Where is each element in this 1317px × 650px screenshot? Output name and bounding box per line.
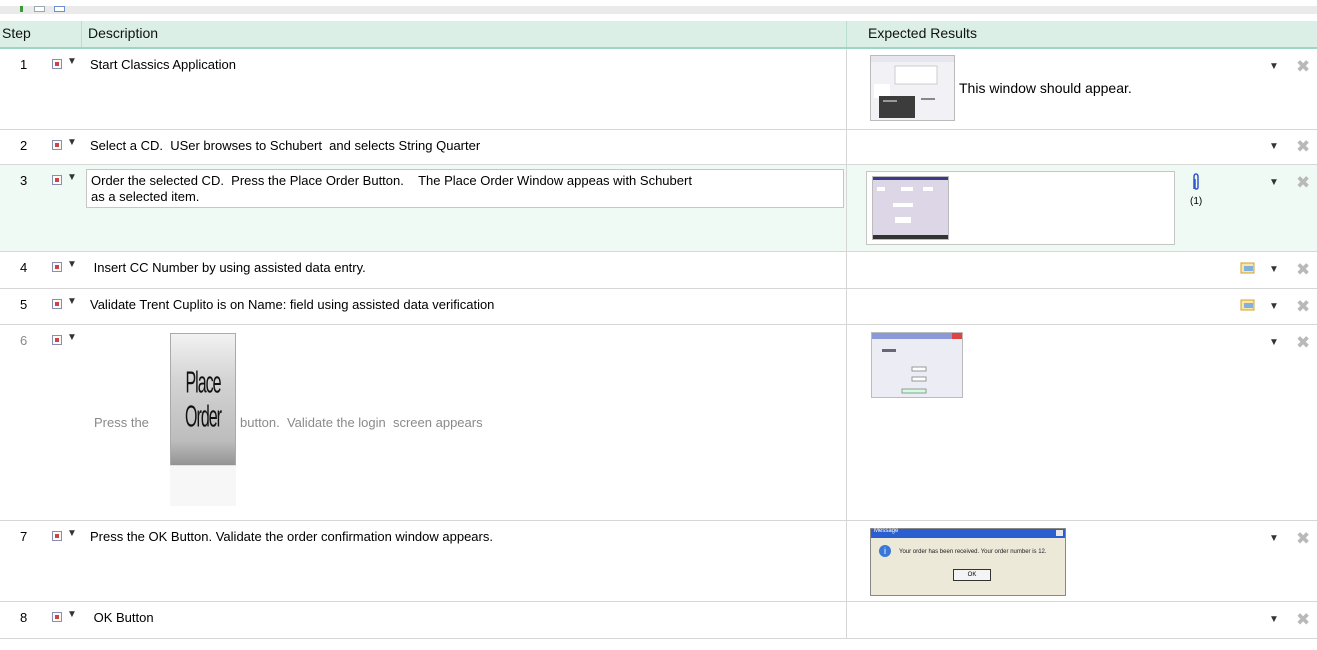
- step-description-part[interactable]: button. Validate the login screen appear…: [240, 415, 483, 430]
- message-text: Your order has been received. Your order…: [899, 549, 1047, 555]
- header-expected-results[interactable]: Expected Results: [868, 25, 977, 41]
- step-type-icon[interactable]: [52, 175, 62, 185]
- delete-x-icon[interactable]: ✖: [1296, 610, 1310, 630]
- table-row[interactable]: 8 ▼ OK Button ▼ ✖: [0, 602, 1317, 639]
- table-row[interactable]: 7 ▼ Press the OK Button. Validate the or…: [0, 521, 1317, 602]
- dropdown-arrow-icon[interactable]: ▼: [1269, 177, 1279, 188]
- screenshot-thumbnail[interactable]: [872, 176, 949, 240]
- grid-icon[interactable]: [34, 0, 45, 12]
- delete-x-icon[interactable]: ✖: [1296, 137, 1310, 157]
- dropdown-arrow-icon[interactable]: ▼: [67, 172, 77, 183]
- dropdown-arrow-icon[interactable]: ▼: [67, 259, 77, 270]
- table-row-selected[interactable]: 3 ▼ Order the selected CD. Press the Pla…: [0, 165, 1317, 252]
- window-icon[interactable]: [54, 0, 65, 12]
- step-description[interactable]: Press the OK Button. Validate the order …: [90, 529, 493, 544]
- message-ok-button: OK: [953, 569, 991, 581]
- expected-result-editor[interactable]: [866, 171, 1175, 245]
- table-row[interactable]: 4 ▼ Insert CC Number by using assisted d…: [0, 252, 1317, 289]
- screenshot-thumbnail[interactable]: [870, 55, 955, 121]
- step-type-icon[interactable]: [52, 299, 62, 309]
- message-title: Message: [874, 528, 899, 534]
- description-line: Order the selected CD. Press the Place O…: [91, 173, 692, 188]
- step-description-part[interactable]: Press the: [94, 415, 149, 430]
- message-titlebar: Message: [871, 528, 1065, 538]
- header-step[interactable]: Step: [2, 25, 31, 41]
- step-description[interactable]: OK Button: [90, 610, 154, 625]
- place-order-button-image: Place Order: [170, 333, 236, 487]
- delete-x-icon[interactable]: ✖: [1296, 529, 1310, 549]
- step-type-icon[interactable]: [52, 262, 62, 272]
- table-row[interactable]: 5 ▼ Validate Trent Cuplito is on Name: f…: [0, 289, 1317, 325]
- step-type-icon[interactable]: [52, 531, 62, 541]
- step-number: 5: [20, 297, 28, 312]
- step-type-icon[interactable]: [52, 335, 62, 345]
- dropdown-arrow-icon[interactable]: ▼: [67, 56, 77, 67]
- table-row[interactable]: 1 ▼ Start Classics Application This wind…: [0, 49, 1317, 130]
- column-divider: [846, 289, 847, 324]
- description-line: as a selected item.: [91, 189, 200, 204]
- column-divider: [846, 49, 847, 129]
- step-number: 7: [20, 529, 28, 544]
- delete-x-icon[interactable]: ✖: [1296, 260, 1310, 280]
- message-dialog-thumbnail[interactable]: Message i Your order has been received. …: [870, 528, 1066, 596]
- header-divider: [81, 21, 82, 47]
- button-image-label: Place Order: [185, 367, 222, 435]
- step-type-icon[interactable]: [52, 612, 62, 622]
- dropdown-arrow-icon[interactable]: ▼: [67, 528, 77, 539]
- expected-result-text[interactable]: This window should appear.: [959, 80, 1132, 96]
- info-icon: i: [879, 545, 891, 557]
- step-number: 1: [20, 57, 28, 72]
- dropdown-arrow-icon[interactable]: ▼: [1269, 141, 1279, 152]
- attachment-count: (1): [1190, 196, 1203, 207]
- toolbar: [0, 0, 1317, 14]
- dropdown-arrow-icon[interactable]: ▼: [1269, 264, 1279, 275]
- delete-x-icon[interactable]: ✖: [1296, 173, 1310, 193]
- step-number: 3: [20, 173, 28, 188]
- toolbar-strip: [0, 6, 1317, 14]
- assisted-data-icon[interactable]: [1240, 299, 1258, 316]
- dropdown-arrow-icon[interactable]: ▼: [1269, 61, 1279, 72]
- delete-x-icon[interactable]: ✖: [1296, 297, 1310, 317]
- dropdown-arrow-icon[interactable]: ▼: [1269, 533, 1279, 544]
- delete-x-icon[interactable]: ✖: [1296, 57, 1310, 77]
- column-divider: [846, 602, 847, 638]
- step-description[interactable]: Insert CC Number by using assisted data …: [90, 260, 366, 275]
- delete-x-icon[interactable]: ✖: [1296, 333, 1310, 353]
- column-divider: [846, 165, 847, 251]
- step-description[interactable]: Validate Trent Cuplito is on Name: field…: [90, 297, 494, 312]
- step-number: 4: [20, 260, 28, 275]
- step-type-icon[interactable]: [52, 140, 62, 150]
- step-type-icon[interactable]: [52, 59, 62, 69]
- column-divider: [846, 325, 847, 520]
- step-number: 6: [20, 333, 28, 348]
- table-header: Step Description Expected Results: [0, 21, 1317, 49]
- button-image-reflection: [170, 465, 236, 506]
- close-icon: [1056, 530, 1063, 536]
- add-step-icon[interactable]: [16, 0, 27, 12]
- dropdown-arrow-icon[interactable]: ▼: [67, 609, 77, 620]
- dropdown-arrow-icon[interactable]: ▼: [67, 332, 77, 343]
- header-divider: [846, 21, 847, 47]
- column-divider: [846, 252, 847, 288]
- description-editor[interactable]: Order the selected CD. Press the Place O…: [86, 169, 844, 208]
- dropdown-arrow-icon[interactable]: ▼: [1269, 614, 1279, 625]
- column-divider: [846, 130, 847, 164]
- step-number: 2: [20, 138, 28, 153]
- table-row[interactable]: 2 ▼ Select a CD. USer browses to Schuber…: [0, 130, 1317, 165]
- step-number: 8: [20, 610, 28, 625]
- screenshot-thumbnail[interactable]: [871, 332, 963, 398]
- step-description[interactable]: Start Classics Application: [90, 57, 236, 72]
- dropdown-arrow-icon[interactable]: ▼: [1269, 301, 1279, 312]
- dropdown-arrow-icon[interactable]: ▼: [67, 296, 77, 307]
- table-row[interactable]: 6 ▼ Press the Place Order button. Valida…: [0, 325, 1317, 521]
- dropdown-arrow-icon[interactable]: ▼: [67, 137, 77, 148]
- column-divider: [846, 521, 847, 601]
- assisted-data-icon[interactable]: [1240, 262, 1258, 279]
- header-description[interactable]: Description: [88, 25, 158, 41]
- dropdown-arrow-icon[interactable]: ▼: [1269, 337, 1279, 348]
- step-description[interactable]: Select a CD. USer browses to Schubert an…: [90, 138, 480, 153]
- paperclip-icon[interactable]: [1191, 173, 1201, 196]
